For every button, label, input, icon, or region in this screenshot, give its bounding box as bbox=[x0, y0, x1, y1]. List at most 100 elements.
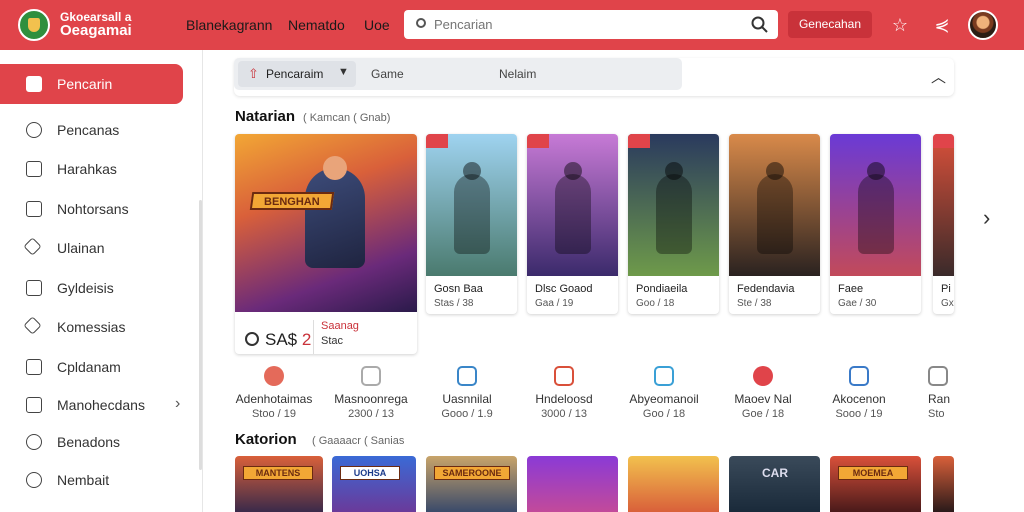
filter-dropdown[interactable]: ⇧ Pencaraim ▼ bbox=[238, 61, 356, 87]
badge bbox=[933, 134, 954, 148]
sidebar-item-label: Pencarin bbox=[57, 76, 113, 92]
sidebar-scrollbar[interactable] bbox=[199, 200, 202, 470]
filter-bar: ⇧ Pencaraim ▼ Game Nelaim ︿ bbox=[234, 58, 954, 96]
game-stat: Gae / 30 bbox=[838, 298, 877, 309]
game-stat: Gx bbox=[941, 298, 954, 309]
card-banner: MOEMEA bbox=[838, 466, 908, 480]
game-stat: Stas / 38 bbox=[434, 298, 474, 309]
sidebar-item-7[interactable]: Komessias bbox=[0, 307, 196, 347]
card-banner: SAMEROONE bbox=[434, 466, 510, 480]
sidebar-item-label: Ulainan bbox=[57, 240, 105, 256]
sidebar-item-8[interactable]: Cpldanam bbox=[0, 347, 196, 387]
featured-price: SA$ 2 bbox=[245, 330, 311, 350]
game-name: Faee bbox=[838, 283, 864, 295]
category-item[interactable]: Abyeomanoil Goo / 18 bbox=[616, 366, 712, 420]
search-submit-icon[interactable] bbox=[751, 16, 768, 33]
featured-game-card[interactable]: BENGHAN SA$ 2 Saanag Stac bbox=[235, 134, 417, 354]
category-label: Adenhotaimas bbox=[235, 392, 313, 406]
pin-icon: ⇧ bbox=[248, 66, 259, 81]
square-icon bbox=[26, 201, 42, 217]
game-card[interactable]: CAR bbox=[729, 456, 820, 512]
featured-info-title: Saanag bbox=[321, 320, 359, 332]
brand-logo-icon[interactable] bbox=[18, 9, 50, 41]
filter-option-2[interactable]: Nelaim bbox=[499, 67, 536, 81]
sidebar-item-label: Pencanas bbox=[57, 122, 120, 138]
sidebar-item-10[interactable]: Benadons bbox=[0, 422, 196, 462]
hero-figure bbox=[305, 168, 365, 268]
game-card[interactable]: MOEMEA bbox=[830, 456, 921, 512]
game-card[interactable]: Pi Gx bbox=[933, 134, 954, 314]
category-stat: Sto bbox=[928, 408, 945, 420]
sidebar-item-label: Nohtorsans bbox=[57, 201, 129, 217]
game-art bbox=[729, 134, 820, 276]
category-stat: Goo / 18 bbox=[642, 408, 686, 420]
sidebar-item-9[interactable]: Manohecdans › bbox=[0, 385, 196, 425]
game-card[interactable] bbox=[527, 456, 618, 512]
sidebar-item-6[interactable]: Gyldeisis bbox=[0, 268, 196, 308]
card-banner-text: UOHSA bbox=[353, 468, 387, 478]
game-card[interactable] bbox=[628, 456, 719, 512]
search-input[interactable] bbox=[434, 14, 744, 35]
category-item[interactable]: Masnoonrega 2300 / 13 bbox=[323, 366, 419, 420]
section-title: Katorion bbox=[235, 431, 297, 448]
category-icon bbox=[654, 366, 674, 386]
nav-link-3[interactable]: Uoe bbox=[364, 17, 390, 33]
figure bbox=[756, 174, 793, 254]
nav-link-2[interactable]: Nematdo bbox=[288, 17, 345, 33]
filter-option-game[interactable]: Game bbox=[371, 67, 404, 81]
share-icon[interactable]: ⋞ bbox=[931, 14, 953, 36]
game-card[interactable]: Gosn Baa Stas / 38 bbox=[426, 134, 517, 314]
game-card[interactable]: MANTENS bbox=[235, 456, 323, 512]
game-card[interactable]: Dlsc Goaod Gaa / 19 bbox=[527, 134, 618, 314]
category-item[interactable]: Maoev Nal Goe / 18 bbox=[715, 366, 811, 420]
category-stat: Goe / 18 bbox=[741, 408, 785, 420]
avatar[interactable] bbox=[968, 10, 998, 40]
game-card[interactable] bbox=[933, 456, 954, 512]
category-icon bbox=[264, 366, 284, 386]
header-action-button[interactable]: Genecahan bbox=[788, 11, 872, 38]
filter-dropdown-label: Pencaraim bbox=[266, 67, 324, 81]
sidebar-item-3[interactable]: Harahkas bbox=[0, 149, 196, 189]
category-item[interactable]: Adenhotaimas Stoo / 19 bbox=[226, 366, 322, 420]
card-banner-text: MOEMEA bbox=[852, 468, 894, 478]
sidebar-item-2[interactable]: Pencanas bbox=[0, 110, 196, 150]
chevron-right-icon[interactable]: › bbox=[983, 205, 990, 231]
category-label: Ran bbox=[928, 392, 951, 406]
featured-info: Saanag Stac bbox=[321, 320, 359, 347]
game-art bbox=[933, 134, 954, 276]
category-item[interactable]: Akocenon Sooo / 19 bbox=[811, 366, 907, 420]
sidebar-item-1[interactable]: Pencarin bbox=[0, 64, 183, 104]
tag-icon bbox=[23, 237, 42, 256]
chevron-up-icon[interactable]: ︿ bbox=[931, 66, 946, 87]
section-subtitle: ( Gaaaacr ( Sanias bbox=[312, 435, 405, 447]
game-stat: Ste / 38 bbox=[737, 298, 772, 309]
star-icon[interactable]: ☆ bbox=[889, 14, 911, 36]
list-icon bbox=[26, 161, 42, 177]
sidebar-item-11[interactable]: Nembait bbox=[0, 460, 196, 500]
game-card[interactable]: Fedendavia Ste / 38 bbox=[729, 134, 820, 314]
nav-link-1[interactable]: Blanekagrann bbox=[186, 17, 272, 33]
sidebar-item-4[interactable]: Nohtorsans bbox=[0, 189, 196, 229]
sidebar-item-5[interactable]: Ulainan bbox=[0, 228, 196, 268]
game-card[interactable]: Pondiaeila Goo / 18 bbox=[628, 134, 719, 314]
category-icon bbox=[753, 366, 773, 386]
brand-name[interactable]: Gkoearsall a Oeagamai bbox=[60, 10, 132, 38]
card-banner-text: SAMEROONE bbox=[442, 468, 502, 478]
category-item[interactable]: Hndeloosd 3000 / 13 bbox=[516, 366, 612, 420]
category-item[interactable]: Uasnnilal Gooo / 1.9 bbox=[419, 366, 515, 420]
game-card[interactable]: SAMEROONE bbox=[426, 456, 517, 512]
divider bbox=[313, 320, 314, 354]
chevron-right-icon[interactable]: › bbox=[175, 395, 180, 413]
game-name: Dlsc Goaod bbox=[535, 283, 593, 295]
price-currency: SA$ bbox=[265, 330, 298, 349]
category-item[interactable]: Ran Sto bbox=[928, 366, 954, 420]
home-icon bbox=[26, 76, 42, 92]
search-box bbox=[404, 10, 778, 39]
sidebar-item-label: Cpldanam bbox=[57, 359, 121, 375]
game-card[interactable]: Faee Gae / 30 bbox=[830, 134, 921, 314]
category-icon bbox=[457, 366, 477, 386]
game-card[interactable]: UOHSA bbox=[332, 456, 416, 512]
category-stat: 2300 / 13 bbox=[348, 408, 394, 420]
category-stat: Stoo / 19 bbox=[251, 408, 297, 420]
badge bbox=[628, 134, 650, 148]
